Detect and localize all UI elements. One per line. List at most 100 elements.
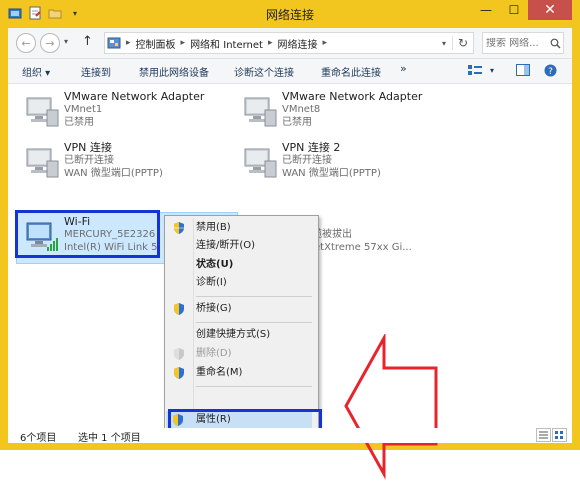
connection-status: 已禁用 (282, 117, 312, 128)
uac-shield-icon (174, 222, 184, 234)
connection-device: WAN 微型端口(PPTP) (64, 168, 163, 179)
item-count: 6个项目 (20, 433, 57, 444)
window-frame-bottom (0, 443, 580, 450)
selection-count: 选中 1 个项目 (78, 433, 141, 444)
help-icon: ? (544, 64, 557, 80)
breadcrumb-control-panel[interactable]: 控制面板 (134, 36, 178, 51)
connection-vmnet1[interactable]: VMware Network Adapter VMnet1 已禁用 (20, 87, 226, 135)
menu-item-status[interactable]: 状态(U) (194, 256, 316, 274)
connection-device: VMnet1 (64, 104, 103, 115)
menu-item-bridge[interactable]: 桥接(G) (194, 300, 316, 318)
arrow-left-icon: ← (21, 36, 31, 50)
connection-device: VMnet8 (282, 104, 321, 115)
menu-separator (196, 322, 312, 323)
connection-device: WAN 微型端口(PPTP) (282, 168, 381, 179)
network-adapter-disabled-icon (244, 97, 277, 127)
connection-status: 已断开连接 (282, 155, 332, 166)
uac-shield-disabled-icon (174, 348, 184, 360)
search-input[interactable] (483, 37, 547, 49)
help-button[interactable]: ? (544, 64, 557, 80)
wifi-highlight-box (15, 210, 160, 258)
arrow-right-icon: → (45, 36, 55, 50)
more-commands-button[interactable]: » (400, 62, 407, 75)
address-bar-row: ← → ▾ ↑ ▸ 控制面板 ▸ 网络和 Internet ▸ 网络连接 ▸ ▾… (8, 28, 572, 59)
uac-shield-icon (174, 367, 184, 379)
disable-device-button[interactable]: 禁用此网络设备 (139, 64, 209, 79)
vpn-disconnected-icon (244, 148, 277, 178)
connection-vpn[interactable]: VPN 连接 已断开连接 WAN 微型端口(PPTP) (20, 138, 226, 186)
breadcrumb-network-connections[interactable]: 网络连接 (275, 36, 319, 51)
connection-labels: VMware Network Adapter VMnet8 已禁用 (282, 90, 422, 129)
arrow-up-icon: ↑ (82, 34, 93, 49)
connection-vpn-2[interactable]: VPN 连接 2 已断开连接 WAN 微型端口(PPTP) (238, 138, 444, 186)
address-actions: ▾ ↻ (436, 33, 473, 53)
uac-shield-icon (174, 303, 184, 315)
breadcrumb-separator: ▸ (126, 38, 131, 48)
close-button[interactable]: ✕ (528, 0, 572, 20)
connection-name: VPN 连接 (64, 141, 112, 154)
connect-to-button[interactable]: 连接到 (81, 64, 111, 79)
view-dropdown[interactable]: ▾ (490, 66, 494, 75)
preview-pane-icon (516, 64, 530, 79)
breadcrumb-network-internet[interactable]: 网络和 Internet (188, 36, 265, 51)
window-frame-right (572, 28, 580, 450)
command-bar: 组织 ▾ 连接到 禁用此网络设备 诊断这个连接 重命名此连接 » ▾ ? (8, 59, 572, 84)
window-frame-left (0, 28, 8, 450)
context-menu: 禁用(B) 连接/断开(O) 状态(U) 诊断(I) 桥接(G) 创建快捷方式(… (164, 215, 319, 433)
refresh-button[interactable]: ↻ (452, 36, 473, 50)
chevron-down-icon: ▾ (441, 38, 446, 48)
menu-separator (196, 296, 312, 297)
window-controls: — ☐ ✕ (472, 0, 572, 20)
breadcrumb-separator: ▸ (322, 38, 328, 48)
menu-item-create-shortcut[interactable]: 创建快捷方式(S) (194, 326, 316, 344)
connection-name: VPN 连接 2 (282, 141, 341, 154)
menu-item-diagnose[interactable]: 诊断(I) (194, 274, 316, 292)
preview-pane-button[interactable] (516, 64, 530, 79)
control-panel-icon (105, 36, 123, 50)
view-options-button[interactable] (468, 64, 482, 79)
search-icon[interactable] (547, 38, 563, 49)
address-history-dropdown[interactable]: ▾ (436, 39, 452, 48)
connection-labels: VMware Network Adapter VMnet1 已禁用 (64, 90, 204, 129)
organize-menu[interactable]: 组织 ▾ (22, 64, 50, 79)
menu-item-delete: 删除(D) (196, 348, 232, 359)
connection-status: 已禁用 (64, 117, 94, 128)
search-box[interactable] (482, 32, 564, 54)
connection-status: 已断开连接 (64, 155, 114, 166)
view-tiles-icon (468, 65, 482, 79)
maximize-button[interactable]: ☐ (500, 0, 528, 20)
network-connections-window: ▾ 网络连接 — ☐ ✕ ← → ▾ ↑ ▸ 控制面板 ▸ 网络和 Intern… (0, 0, 580, 480)
forward-button[interactable]: → (40, 33, 60, 53)
breadcrumb-separator: ▸ (180, 38, 186, 48)
red-arrow-annotation (344, 334, 438, 480)
explorer-content: ← → ▾ ↑ ▸ 控制面板 ▸ 网络和 Internet ▸ 网络连接 ▸ ▾… (8, 28, 572, 480)
address-box[interactable]: ▸ 控制面板 ▸ 网络和 Internet ▸ 网络连接 ▸ ▾ ↻ (104, 32, 474, 54)
network-adapter-disabled-icon (26, 97, 59, 127)
connection-labels: VPN 连接 已断开连接 WAN 微型端口(PPTP) (64, 141, 163, 180)
breadcrumb-separator: ▸ (267, 38, 273, 48)
chevron-down-icon: ▾ (490, 66, 495, 75)
tiles-view-icon (555, 431, 563, 439)
menu-item-rename[interactable]: 重命名(M) (194, 364, 316, 382)
up-button[interactable]: ↑ (82, 34, 93, 49)
diagnose-button[interactable]: 诊断这个连接 (234, 64, 294, 79)
connection-labels: VPN 连接 2 已断开连接 WAN 微型端口(PPTP) (282, 141, 381, 180)
vpn-disconnected-icon (26, 148, 59, 178)
refresh-icon: ↻ (457, 36, 469, 50)
details-view-button[interactable] (536, 428, 551, 442)
tiles-view-button[interactable] (552, 428, 567, 442)
back-button[interactable]: ← (16, 33, 36, 53)
status-bar: 6个项目 选中 1 个项目 (8, 428, 572, 444)
chevron-down-icon: ▾ (64, 37, 69, 46)
menu-item-disable[interactable]: 禁用(B) (194, 219, 316, 237)
recent-locations-dropdown[interactable]: ▾ (64, 37, 68, 46)
svg-text:?: ? (548, 67, 553, 77)
connection-name: VMware Network Adapter (282, 90, 423, 103)
menu-separator (196, 386, 312, 387)
connection-name: VMware Network Adapter (64, 90, 205, 103)
connection-vmnet8[interactable]: VMware Network Adapter VMnet8 已禁用 (238, 87, 444, 135)
rename-button[interactable]: 重命名此连接 (321, 64, 381, 79)
details-view-icon (539, 431, 548, 439)
minimize-button[interactable]: — (472, 0, 500, 20)
menu-item-connect-disconnect[interactable]: 连接/断开(O) (194, 237, 316, 255)
